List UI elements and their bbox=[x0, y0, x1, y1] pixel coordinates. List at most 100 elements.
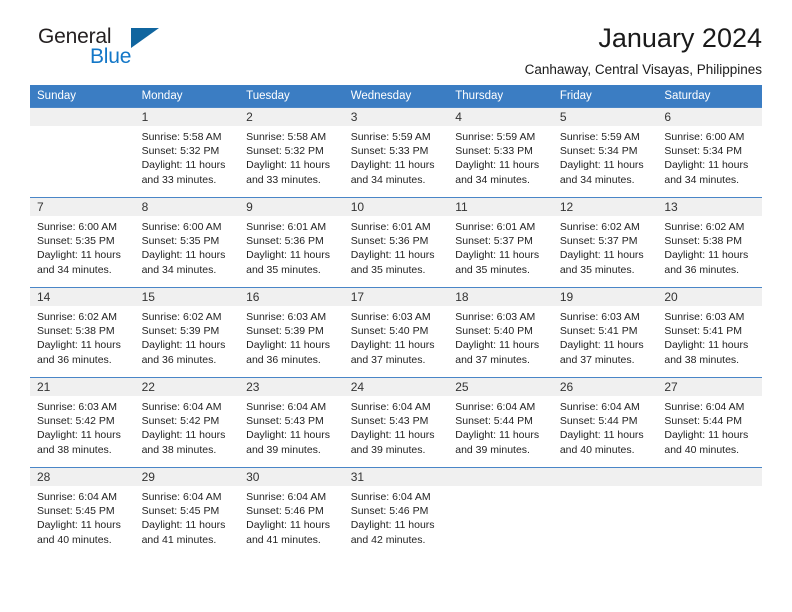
sunset-text: Sunset: 5:42 PM bbox=[37, 415, 115, 428]
sunset-text: Sunset: 5:39 PM bbox=[246, 325, 324, 338]
calendar-day-cell[interactable]: 21 Sunrise: 6:03 AM Sunset: 5:42 PM Dayligh… bbox=[30, 377, 135, 468]
calendar-day-cell[interactable]: 14 Sunrise: 6:02 AM Sunset: 5:38 PM Dayligh… bbox=[30, 287, 135, 378]
calendar-day-cell[interactable]: 13 Sunrise: 6:02 AM Sunset: 5:38 PM Dayligh… bbox=[657, 197, 762, 288]
day-sun-info: Sunrise: 6:04 AM Sunset: 5:46 PM Daylight:… bbox=[239, 486, 344, 547]
daylight-text-line1: Daylight: 11 hours bbox=[455, 249, 540, 262]
calendar-empty-cell bbox=[552, 467, 658, 558]
daylight-text-line1: Daylight: 11 hours bbox=[350, 159, 435, 172]
sunrise-text: Sunrise: 6:04 AM bbox=[455, 401, 536, 413]
sunrise-text: Sunrise: 6:00 AM bbox=[141, 221, 222, 233]
calendar-day-cell[interactable]: 16 Sunrise: 6:03 AM Sunset: 5:39 PM Dayligh… bbox=[239, 287, 344, 378]
calendar-empty-cell bbox=[30, 107, 135, 198]
daylight-text-line2: and 37 minutes. bbox=[350, 353, 426, 366]
day-number: 25 bbox=[448, 378, 553, 396]
day-sun-info: Sunrise: 6:03 AM Sunset: 5:40 PM Daylight:… bbox=[448, 306, 553, 367]
calendar-day-cell[interactable]: 27 Sunrise: 6:04 AM Sunset: 5:44 PM Dayligh… bbox=[657, 377, 762, 468]
calendar-day-cell[interactable]: 7 Sunrise: 6:00 AM Sunset: 5:35 PM Daylight… bbox=[30, 197, 135, 288]
calendar-day-cell[interactable]: 2 Sunrise: 5:58 AM Sunset: 5:32 PM Daylight… bbox=[239, 107, 344, 198]
sunrise-text: Sunrise: 6:00 AM bbox=[664, 131, 745, 143]
calendar-day-cell[interactable]: 6 Sunrise: 6:00 AM Sunset: 5:34 PM Daylight… bbox=[657, 107, 762, 198]
calendar-week-row: 14 Sunrise: 6:02 AM Sunset: 5:38 PM Dayligh… bbox=[30, 287, 762, 378]
day-number: 21 bbox=[30, 378, 135, 396]
weekday-header-wednesday: Wednesday bbox=[343, 85, 449, 108]
sunset-text: Sunset: 5:46 PM bbox=[246, 505, 324, 518]
calendar-day-cell[interactable]: 9 Sunrise: 6:01 AM Sunset: 5:36 PM Daylight… bbox=[239, 197, 344, 288]
daylight-text-line1: Daylight: 11 hours bbox=[246, 249, 330, 262]
calendar-day-cell[interactable]: 20 Sunrise: 6:03 AM Sunset: 5:41 PM Dayligh… bbox=[657, 287, 762, 378]
day-sun-info: Sunrise: 5:58 AM Sunset: 5:32 PM Daylight:… bbox=[135, 126, 240, 187]
calendar-day-cell[interactable]: 5 Sunrise: 5:59 AM Sunset: 5:34 PM Daylight… bbox=[552, 107, 658, 198]
calendar-day-cell[interactable]: 15 Sunrise: 6:02 AM Sunset: 5:39 PM Dayligh… bbox=[134, 287, 240, 378]
daylight-text-line1: Daylight: 11 hours bbox=[664, 429, 749, 442]
day-sun-info: Sunrise: 6:01 AM Sunset: 5:36 PM Daylight:… bbox=[344, 216, 449, 277]
sunrise-text: Sunrise: 6:03 AM bbox=[246, 311, 327, 323]
calendar-week-row: 21 Sunrise: 6:03 AM Sunset: 5:42 PM Dayligh… bbox=[30, 377, 762, 468]
day-number: 16 bbox=[239, 288, 344, 306]
daylight-text-line1: Daylight: 11 hours bbox=[350, 429, 435, 442]
daylight-text-line1: Daylight: 11 hours bbox=[141, 249, 226, 262]
sunrise-text: Sunrise: 6:01 AM bbox=[350, 221, 431, 233]
daylight-text-line2: and 35 minutes. bbox=[350, 263, 426, 276]
day-sun-info: Sunrise: 6:04 AM Sunset: 5:45 PM Daylight:… bbox=[30, 486, 135, 547]
calendar-day-cell[interactable]: 18 Sunrise: 6:03 AM Sunset: 5:40 PM Dayligh… bbox=[448, 287, 553, 378]
daylight-text-line2: and 37 minutes. bbox=[559, 353, 635, 366]
calendar-day-cell[interactable]: 26 Sunrise: 6:04 AM Sunset: 5:44 PM Dayligh… bbox=[552, 377, 658, 468]
sunset-text: Sunset: 5:46 PM bbox=[350, 505, 429, 518]
calendar-day-cell[interactable]: 10 Sunrise: 6:01 AM Sunset: 5:36 PM Dayligh… bbox=[343, 197, 449, 288]
general-blue-logo[interactable]: General Blue bbox=[30, 24, 170, 72]
weekday-header-thursday: Thursday bbox=[448, 85, 553, 108]
day-number: 9 bbox=[239, 198, 344, 216]
daylight-text-line2: and 37 minutes. bbox=[455, 353, 530, 366]
calendar-day-cell[interactable]: 29 Sunrise: 6:04 AM Sunset: 5:45 PM Dayligh… bbox=[134, 467, 240, 558]
day-sun-info: Sunrise: 6:02 AM Sunset: 5:39 PM Daylight:… bbox=[135, 306, 240, 367]
day-number: 7 bbox=[30, 198, 135, 216]
calendar-day-cell[interactable]: 3 Sunrise: 5:59 AM Sunset: 5:33 PM Daylight… bbox=[343, 107, 449, 198]
sunrise-text: Sunrise: 6:04 AM bbox=[246, 491, 327, 503]
sunset-text: Sunset: 5:45 PM bbox=[141, 505, 220, 518]
calendar-day-cell[interactable]: 23 Sunrise: 6:04 AM Sunset: 5:43 PM Dayligh… bbox=[239, 377, 344, 468]
calendar-day-cell[interactable]: 31 Sunrise: 6:04 AM Sunset: 5:46 PM Dayligh… bbox=[343, 467, 449, 558]
sunset-text: Sunset: 5:35 PM bbox=[37, 235, 115, 248]
weekday-header-sunday: Sunday bbox=[30, 85, 135, 108]
sunrise-text: Sunrise: 6:04 AM bbox=[350, 401, 431, 413]
daylight-text-line1: Daylight: 11 hours bbox=[559, 249, 644, 262]
calendar-day-cell[interactable]: 1 Sunrise: 5:58 AM Sunset: 5:32 PM Daylight… bbox=[134, 107, 240, 198]
daylight-text-line1: Daylight: 11 hours bbox=[559, 339, 644, 352]
day-number: 29 bbox=[134, 468, 240, 486]
calendar-day-cell[interactable]: 11 Sunrise: 6:01 AM Sunset: 5:37 PM Dayligh… bbox=[448, 197, 553, 288]
calendar-day-cell[interactable]: 19 Sunrise: 6:03 AM Sunset: 5:41 PM Dayligh… bbox=[552, 287, 658, 378]
daylight-text-line2: and 33 minutes. bbox=[141, 173, 217, 186]
day-number bbox=[657, 468, 762, 486]
calendar-empty-cell bbox=[448, 467, 553, 558]
calendar-day-cell[interactable]: 4 Sunrise: 5:59 AM Sunset: 5:33 PM Daylight… bbox=[448, 107, 553, 198]
sunset-text: Sunset: 5:41 PM bbox=[664, 325, 743, 338]
calendar-day-cell[interactable]: 28 Sunrise: 6:04 AM Sunset: 5:45 PM Dayligh… bbox=[30, 467, 135, 558]
calendar-body: 1 Sunrise: 5:58 AM Sunset: 5:32 PM Daylight… bbox=[30, 107, 762, 558]
calendar-day-cell[interactable]: 17 Sunrise: 6:03 AM Sunset: 5:40 PM Dayligh… bbox=[343, 287, 449, 378]
calendar-day-cell[interactable]: 25 Sunrise: 6:04 AM Sunset: 5:44 PM Dayligh… bbox=[448, 377, 553, 468]
daylight-text-line2: and 33 minutes. bbox=[246, 173, 321, 186]
sunrise-text: Sunrise: 6:01 AM bbox=[455, 221, 536, 233]
calendar-day-cell[interactable]: 22 Sunrise: 6:04 AM Sunset: 5:42 PM Dayligh… bbox=[134, 377, 240, 468]
day-number: 30 bbox=[239, 468, 344, 486]
daylight-text-line2: and 39 minutes. bbox=[350, 443, 426, 456]
sunset-text: Sunset: 5:37 PM bbox=[455, 235, 533, 248]
daylight-text-line2: and 36 minutes. bbox=[664, 263, 740, 276]
day-sun-info: Sunrise: 6:04 AM Sunset: 5:42 PM Daylight:… bbox=[135, 396, 240, 457]
daylight-text-line2: and 35 minutes. bbox=[559, 263, 635, 276]
calendar-day-cell[interactable]: 30 Sunrise: 6:04 AM Sunset: 5:46 PM Dayligh… bbox=[239, 467, 344, 558]
day-number: 5 bbox=[552, 108, 658, 126]
day-number: 14 bbox=[30, 288, 135, 306]
daylight-text-line2: and 35 minutes. bbox=[246, 263, 321, 276]
calendar-day-cell[interactable]: 12 Sunrise: 6:02 AM Sunset: 5:37 PM Dayligh… bbox=[552, 197, 658, 288]
calendar-day-cell[interactable]: 24 Sunrise: 6:04 AM Sunset: 5:43 PM Dayligh… bbox=[343, 377, 449, 468]
daylight-text-line1: Daylight: 11 hours bbox=[141, 429, 226, 442]
daylight-text-line2: and 38 minutes. bbox=[37, 443, 112, 456]
daylight-text-line2: and 40 minutes. bbox=[559, 443, 635, 456]
daylight-text-line1: Daylight: 11 hours bbox=[37, 339, 121, 352]
sunrise-text: Sunrise: 6:04 AM bbox=[664, 401, 745, 413]
sunrise-text: Sunrise: 6:04 AM bbox=[141, 401, 222, 413]
sunset-text: Sunset: 5:38 PM bbox=[37, 325, 115, 338]
calendar-day-cell[interactable]: 8 Sunrise: 6:00 AM Sunset: 5:35 PM Daylight… bbox=[134, 197, 240, 288]
daylight-text-line2: and 39 minutes. bbox=[455, 443, 530, 456]
